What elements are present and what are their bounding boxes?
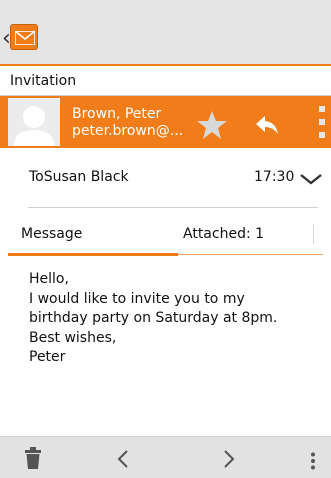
email-time: 17:30 [254, 169, 295, 185]
message-line: Hello, [29, 271, 69, 287]
mail-envelope-icon[interactable] [10, 24, 38, 50]
more-vertical-icon[interactable] [318, 104, 326, 140]
trash-icon[interactable] [25, 447, 41, 469]
top-bar [0, 0, 331, 64]
chevron-right-icon[interactable] [222, 449, 236, 469]
recipient-label: ToSusan Black [29, 169, 129, 185]
tab-message[interactable]: Message [21, 224, 82, 244]
tab-attached[interactable]: Attached: 1 [183, 224, 264, 244]
more-vertical-icon[interactable] [310, 452, 316, 470]
tab-separator [313, 224, 314, 244]
star-icon[interactable] [196, 110, 228, 140]
email-subject: Invitation [0, 66, 331, 96]
message-line: I would like to invite you to my [29, 290, 245, 307]
message-line: Peter [29, 349, 66, 365]
active-tab-indicator [8, 253, 178, 256]
sender-email: peter.brown@... [72, 123, 184, 139]
avatar[interactable] [8, 98, 60, 146]
divider [28, 207, 318, 208]
message-line: birthday party on Saturday at 8pm. [29, 310, 278, 326]
chevron-left-icon[interactable] [116, 449, 130, 469]
message-body: Hello, I would like to invite you to my … [29, 270, 329, 368]
sender-name: Brown, Peter [72, 106, 162, 122]
chevron-down-icon[interactable] [298, 172, 324, 186]
bottom-toolbar [0, 436, 331, 478]
reply-icon[interactable] [255, 114, 279, 136]
tab-underline [178, 254, 323, 255]
message-line: Best wishes, [29, 329, 117, 346]
